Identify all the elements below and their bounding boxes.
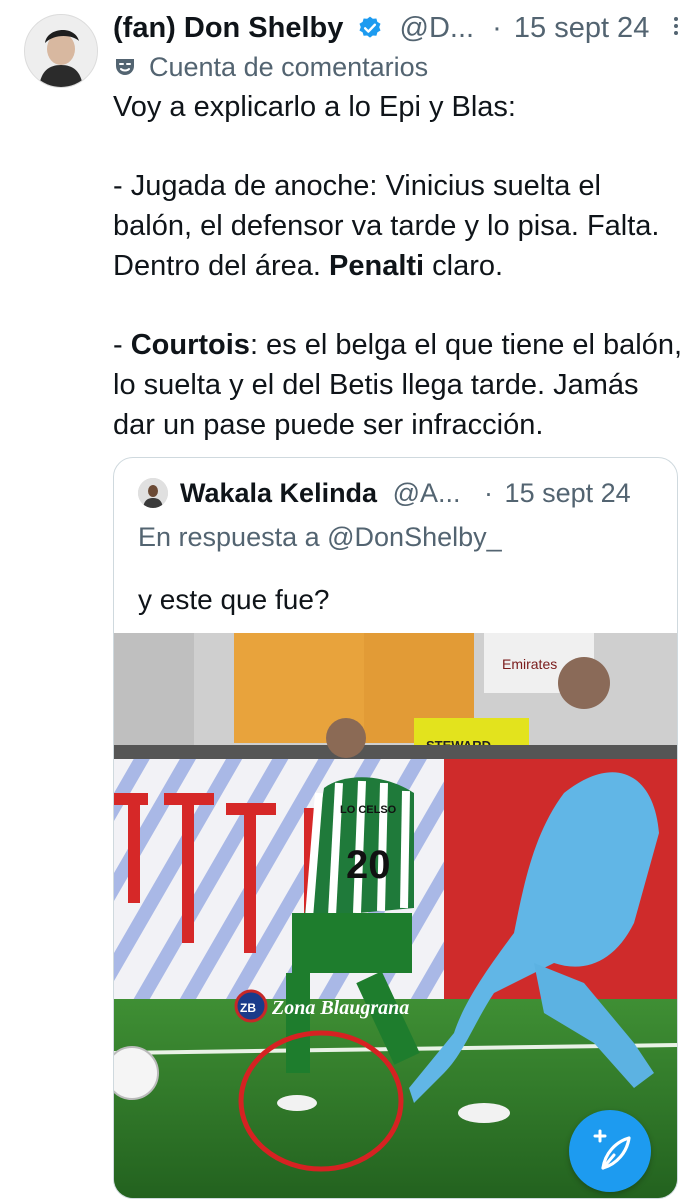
reply-context: En respuesta a @DonShelby_ xyxy=(138,518,502,556)
bold-text: Courtois xyxy=(130,329,250,362)
text-segment: claro. xyxy=(424,249,504,282)
theater-mask-icon xyxy=(116,59,134,75)
ad-text: Emirates xyxy=(502,656,557,672)
reply-mention-link[interactable]: @DonShelby_ xyxy=(327,522,502,552)
compose-button[interactable] xyxy=(569,1110,651,1192)
author-avatar[interactable] xyxy=(24,14,98,88)
author-handle[interactable]: @D... xyxy=(400,12,475,44)
compose-icon xyxy=(593,1129,631,1170)
reply-prefix: En respuesta a xyxy=(138,522,328,552)
verified-badge-icon xyxy=(359,16,381,38)
account-label: Cuenta de comentarios xyxy=(113,48,428,86)
tweet-text: Voy a explicarlo a lo Epi y Blas: - Juga… xyxy=(113,88,683,445)
account-label-text: Cuenta de comentarios xyxy=(149,52,429,82)
quote-date[interactable]: 15 sept 24 xyxy=(505,478,631,508)
more-options-icon[interactable] xyxy=(671,14,681,42)
quote-header: Wakala Kelinda @A... · 15 sept 24 xyxy=(180,474,670,512)
quote-author-name[interactable]: Wakala Kelinda xyxy=(180,478,377,508)
quoted-tweet[interactable]: Wakala Kelinda @A... · 15 sept 24 En res… xyxy=(113,457,678,1199)
bold-text: Penalti xyxy=(329,249,425,282)
quote-author-avatar[interactable] xyxy=(138,478,168,508)
tweet-date[interactable]: 15 sept 24 xyxy=(514,12,649,44)
quote-author-handle[interactable]: @A... xyxy=(393,478,461,508)
tweet-header: (fan) Don Shelby @D... · 15 sept 24 xyxy=(113,8,683,48)
separator-dot: · xyxy=(484,478,494,508)
separator-dot: · xyxy=(492,12,502,44)
watermark-text: Zona Blaugrana xyxy=(271,997,409,1019)
jersey-number: 20 xyxy=(346,843,391,887)
author-name[interactable]: (fan) Don Shelby xyxy=(113,12,343,44)
jersey-name: LO CELSO xyxy=(340,804,397,816)
watermark-badge-text: ZB xyxy=(240,1001,256,1015)
tweet-paragraph: Voy a explicarlo a lo Epi y Blas: xyxy=(113,91,516,123)
text-segment: - xyxy=(113,329,131,362)
quote-text: y este que fue? xyxy=(138,584,330,615)
tweet-paragraph: - Jugada de anoche: Vinicius suelta el b… xyxy=(113,167,683,286)
tweet-paragraph: - Courtois: es el belga el que tiene el … xyxy=(113,326,683,445)
